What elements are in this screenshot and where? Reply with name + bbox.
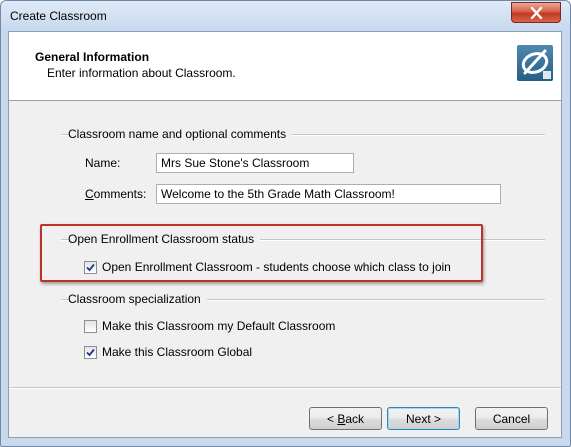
cancel-button[interactable]: Cancel xyxy=(475,407,548,430)
wizard-header: General Information Enter information ab… xyxy=(9,32,561,101)
comments-accel: C xyxy=(85,187,94,201)
name-label: Name: xyxy=(85,156,121,170)
close-icon xyxy=(530,7,543,19)
footer-divider xyxy=(9,387,561,389)
comments-label-rest: omments: xyxy=(93,187,147,201)
back-button[interactable]: < Back xyxy=(309,407,382,430)
global-classroom-row[interactable]: Make this Classroom Global xyxy=(84,345,252,359)
app-logo xyxy=(517,45,553,81)
name-group-label: Classroom name and optional comments xyxy=(68,127,293,141)
name-input[interactable] xyxy=(156,153,354,173)
checkmark-icon xyxy=(86,348,95,356)
comments-input[interactable] xyxy=(156,184,501,204)
specialization-group-label: Classroom specialization xyxy=(68,292,207,306)
highlight-box xyxy=(40,224,483,282)
comments-label: Comments: xyxy=(85,187,146,201)
back-prefix: < xyxy=(326,411,338,426)
header-title: General Information xyxy=(35,50,150,64)
next-button[interactable]: Next > xyxy=(387,407,460,430)
default-classroom-checkbox[interactable] xyxy=(84,319,97,333)
default-classroom-label: Make this Classroom my Default Classroom xyxy=(102,319,336,333)
window-title: Create Classroom xyxy=(10,9,107,23)
title-bar[interactable]: Create Classroom xyxy=(1,1,570,31)
app-logo-icon xyxy=(521,49,551,79)
global-classroom-label: Make this Classroom Global xyxy=(102,345,253,359)
default-classroom-row[interactable]: Make this Classroom my Default Classroom xyxy=(84,319,335,333)
global-classroom-checkbox[interactable] xyxy=(84,345,97,359)
header-subtitle: Enter information about Classroom. xyxy=(47,66,236,80)
close-button[interactable] xyxy=(511,2,561,23)
back-rest: ack xyxy=(345,411,365,426)
